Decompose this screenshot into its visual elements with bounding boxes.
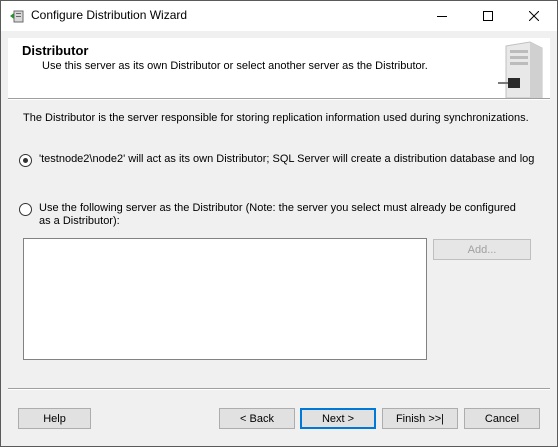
minimize-icon bbox=[437, 16, 447, 17]
close-icon bbox=[529, 11, 539, 21]
maximize-button[interactable] bbox=[465, 1, 511, 31]
own-distributor-radio[interactable] bbox=[19, 154, 32, 167]
page-title: Distributor bbox=[22, 43, 89, 58]
page-subtitle: Use this server as its own Distributor o… bbox=[42, 60, 428, 72]
own-distributor-label: 'testnode2\node2' will act as its own Di… bbox=[39, 153, 535, 165]
title-bar[interactable]: Configure Distribution Wizard bbox=[1, 1, 557, 31]
other-distributor-label: Use the following server as the Distribu… bbox=[39, 202, 516, 227]
distributor-description: The Distributor is the server responsibl… bbox=[23, 112, 529, 124]
next-button[interactable]: Next > bbox=[300, 408, 376, 429]
option-other-distributor[interactable]: Use the following server as the Distribu… bbox=[19, 202, 529, 228]
header-divider-highlight bbox=[8, 99, 550, 100]
option-own-distributor[interactable]: 'testnode2\node2' will act as its own Di… bbox=[19, 153, 534, 167]
footer-divider-highlight bbox=[8, 389, 550, 390]
cancel-button[interactable]: Cancel bbox=[464, 408, 540, 429]
server-icon bbox=[498, 41, 543, 98]
add-server-button[interactable]: Add... bbox=[433, 239, 531, 260]
wizard-window: Configure Distribution Wizard Distributo… bbox=[0, 0, 558, 447]
wizard-header: Distributor Use this server as its own D… bbox=[8, 38, 550, 98]
minimize-button[interactable] bbox=[419, 1, 465, 31]
distributor-server-list[interactable] bbox=[23, 238, 427, 360]
back-button[interactable]: < Back bbox=[219, 408, 295, 429]
maximize-icon bbox=[483, 11, 493, 21]
window-title: Configure Distribution Wizard bbox=[31, 8, 188, 22]
close-button[interactable] bbox=[511, 1, 557, 31]
help-button[interactable]: Help bbox=[18, 408, 91, 429]
wizard-app-icon bbox=[10, 10, 24, 23]
other-distributor-radio[interactable] bbox=[19, 203, 32, 216]
finish-button[interactable]: Finish >>| bbox=[382, 408, 458, 429]
